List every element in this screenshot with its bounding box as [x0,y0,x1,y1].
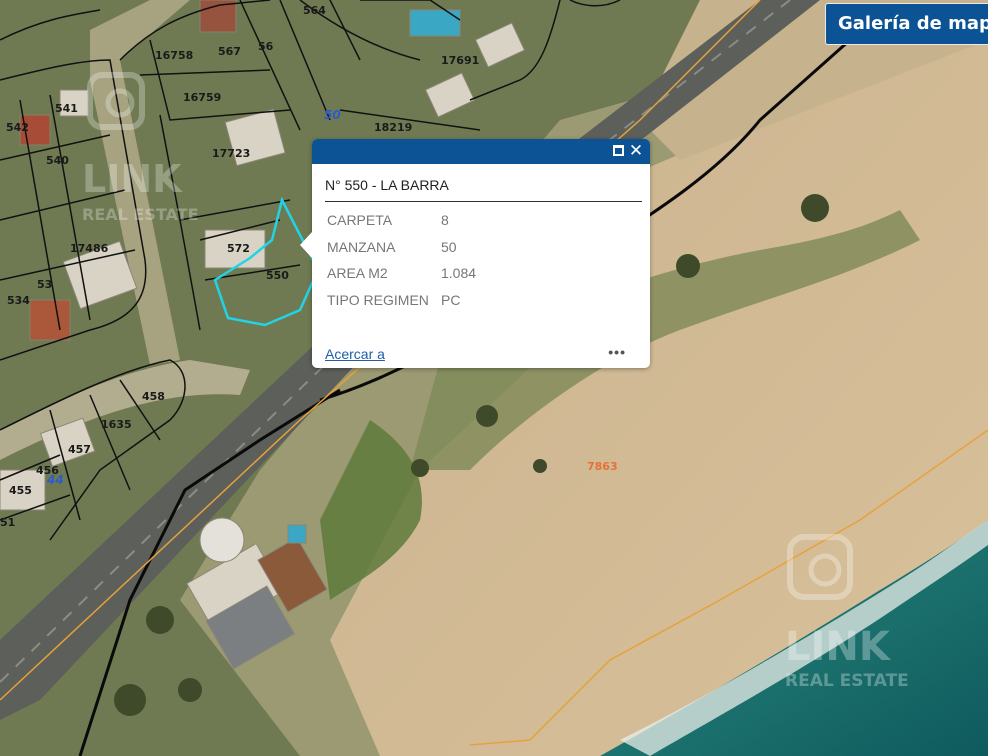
attribute-key: MANZANA [327,238,396,255]
svg-text:REAL ESTATE: REAL ESTATE [785,671,909,691]
parcel-label: 534 [7,294,30,307]
attribute-key: CARPETA [327,212,393,228]
attribute-key: AREA M2 [327,265,388,281]
attribute-value: 50 [441,238,457,255]
parcel-label-7863: 7863 [587,460,618,473]
maximize-icon[interactable] [613,145,624,156]
ellipsis-icon[interactable]: ••• [608,344,626,360]
block-label: 44 [46,473,64,487]
attribute-row: MANZANA 50 [327,239,476,266]
parcel-label: 542 [6,121,29,134]
popup-header: ✕ [312,139,650,164]
info-popup: ✕ N° 550 - LA BARRA CARPETA 8 MANZANA 50… [300,139,650,368]
attribute-table: CARPETA 8 MANZANA 50 AREA M2 1.084 TIPO … [327,212,476,318]
attribute-value: 1.084 [441,265,477,281]
attribute-key: TIPO REGIMEN [327,291,429,308]
svg-text:LINK: LINK [82,157,183,201]
attribute-row: AREA M2 1.084 [327,265,476,292]
svg-text:REAL ESTATE: REAL ESTATE [82,205,199,224]
popup-title: N° 550 - LA BARRA [325,177,449,193]
parcel-label: 540 [46,154,69,167]
parcel-label: 457 [68,443,91,456]
attribute-row: CARPETA 8 [327,212,476,239]
parcel-label: 567 [218,45,241,58]
satellite-map[interactable]: 564 567 56 16758 16759 17723 541 542 540… [0,0,988,756]
parcel-label: 56 [258,40,274,53]
parcel-label: 16758 [155,49,193,62]
parcel-label: 541 [55,102,78,115]
attribute-row: TIPO REGIMEN PC [327,292,476,319]
parcel-label: 18219 [374,121,412,134]
parcel-label: 455 [9,484,32,497]
parcel-label: 550 [266,269,289,282]
close-icon[interactable]: ✕ [626,140,646,162]
parcel-label: 1635 [101,418,132,431]
popup-divider [325,201,642,202]
parcel-label: 17691 [441,54,479,67]
popup-pointer [300,232,312,258]
parcel-label: 51 [0,516,15,529]
map-gallery-button[interactable]: Galería de mapa [825,3,988,45]
parcel-label: 16759 [183,91,221,104]
attribute-value: PC [441,291,461,308]
svg-text:LINK: LINK [785,624,892,670]
attribute-value: 8 [441,212,449,228]
parcel-label: 17723 [212,147,250,160]
zoom-to-link[interactable]: Acercar a [325,346,385,362]
parcel-label: 17486 [70,242,109,255]
block-label: 50 [324,108,341,122]
parcel-label: 572 [227,242,250,255]
parcel-label: 53 [37,278,52,291]
parcel-label: 458 [142,390,165,403]
parcel-label: 564 [303,4,326,17]
